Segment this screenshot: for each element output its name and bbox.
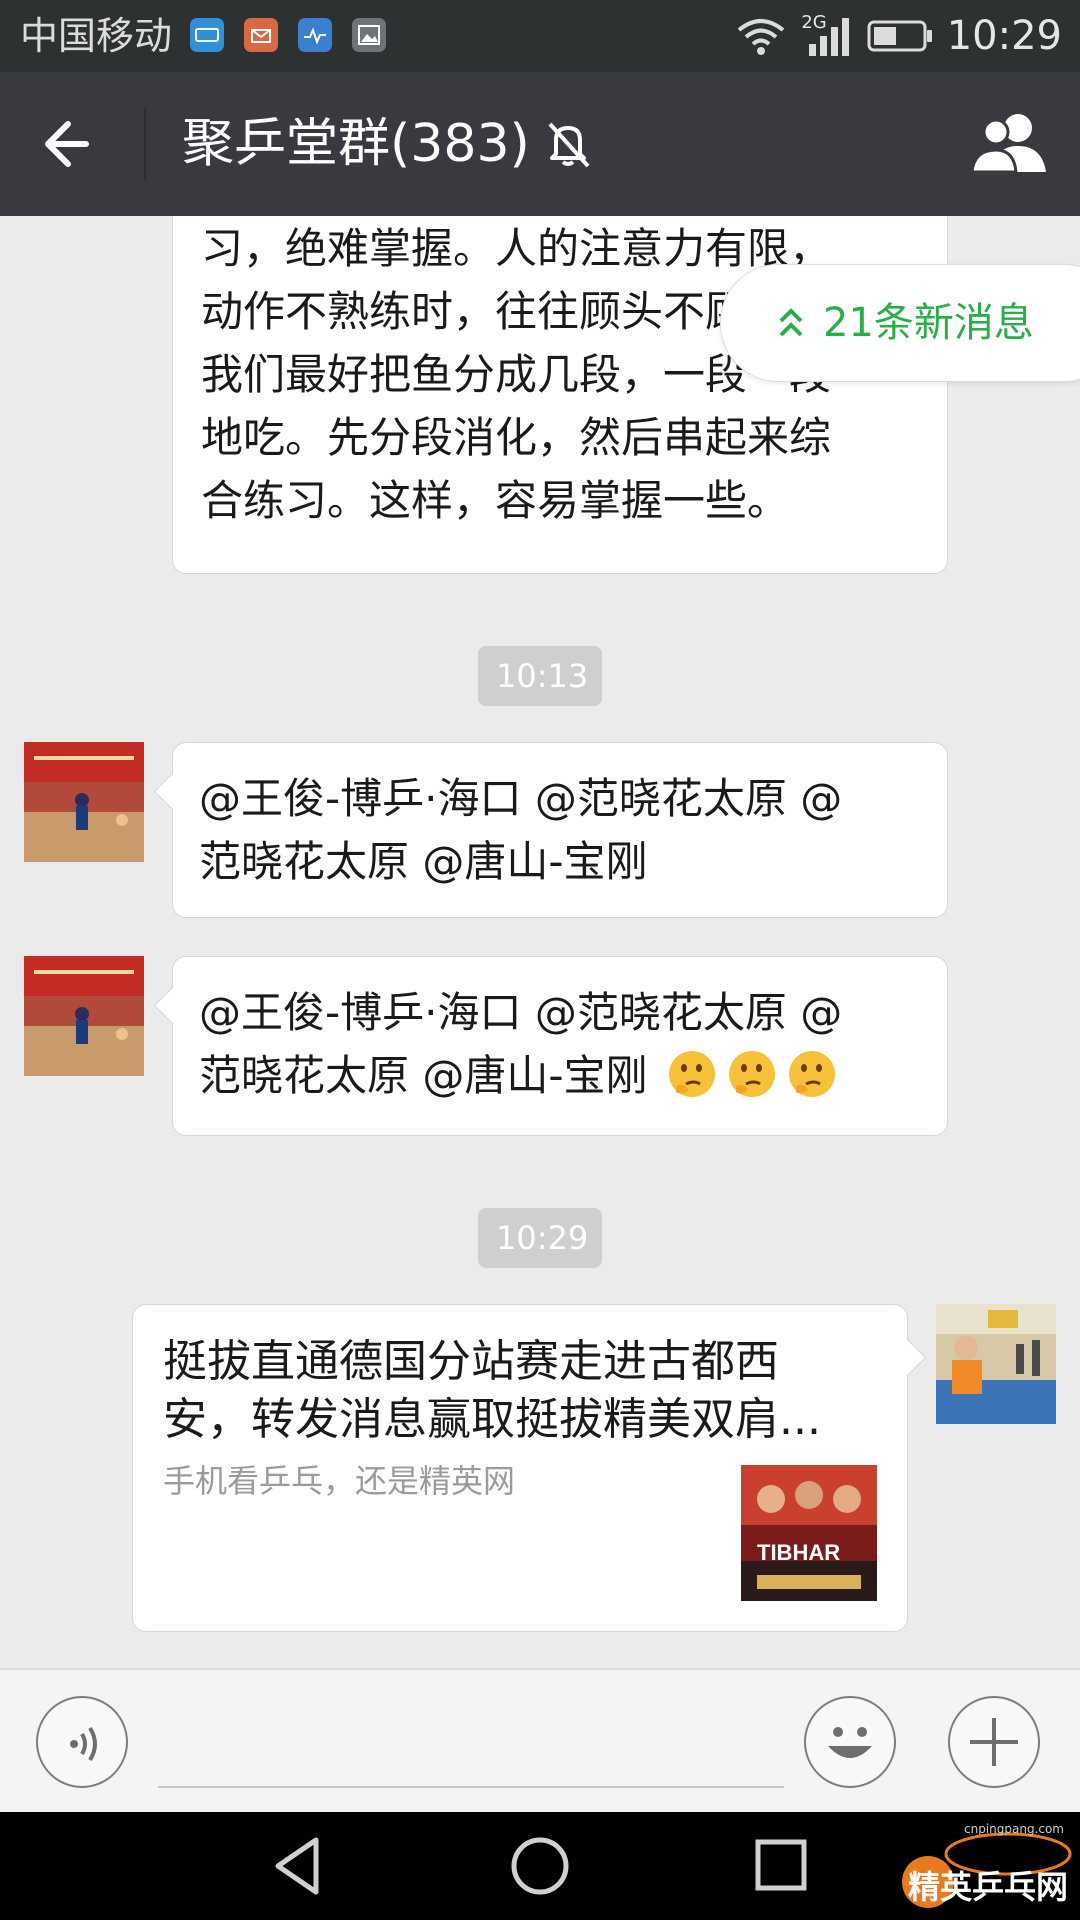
status-time: 10:29	[946, 13, 1062, 59]
link-thumbnail: TIBHAR	[741, 1465, 877, 1601]
input-bar	[0, 1668, 1080, 1812]
back-arrow-icon	[45, 121, 89, 167]
message-line: 合练习。这样，容易掌握一些。	[201, 476, 790, 525]
message-text: @王俊-博乒·海口 @范晓花太原 @ 范晓花太原 @唐山-宝刚	[199, 981, 842, 1107]
message-list[interactable]: 习，绝难掌握。人的注意力有限， 动作不熟练时，往往顾头不顾尾， 我们最好把鱼分成…	[0, 216, 1080, 1668]
page-title: 聚乒堂群(383)	[182, 114, 530, 174]
nav-home-button[interactable]	[500, 1830, 580, 1902]
message-line: 范晓花太原 @唐山-宝刚	[199, 1044, 842, 1107]
watermark-brand: 精英乒乓网	[908, 1868, 1069, 1906]
timestamp-label: 10:13	[478, 646, 602, 706]
app-notification-icon	[190, 18, 224, 52]
status-bar: 中国移动 2G 10:29	[0, 0, 1080, 72]
message-line: 习，绝难掌握。人的注意力有限，	[201, 224, 832, 273]
header-divider	[144, 108, 146, 180]
bell-off-icon	[548, 122, 590, 168]
mail-notification-icon	[244, 18, 278, 52]
link-description: 手机看乒乓，还是精英网	[163, 1462, 516, 1500]
avatar[interactable]	[936, 1304, 1056, 1424]
plus-icon	[970, 1718, 1018, 1766]
thinking-face-icon	[728, 1051, 775, 1097]
thinking-face-icon	[668, 1051, 715, 1097]
voice-icon	[70, 1726, 97, 1762]
new-messages-button[interactable]: 21条新消息	[720, 264, 1080, 382]
chat-header: 聚乒堂群(383)	[0, 72, 1080, 216]
voice-button[interactable]	[36, 1696, 128, 1788]
link-title: 挺拔直通德国分站赛走进古都西安，转发消息赢取挺拔精美双肩...	[163, 1336, 821, 1445]
timestamp-label: 10:29	[478, 1208, 602, 1268]
gallery-notification-icon	[352, 18, 386, 52]
carrier-name: 中国移动	[20, 14, 173, 58]
message-line: 范晓花太原 @唐山-宝刚	[199, 837, 648, 886]
group-members-icon	[970, 114, 1046, 174]
message-line-text: 范晓花太原 @唐山-宝刚	[199, 1051, 648, 1100]
message-text: @王俊-博乒·海口 @范晓花太原 @ 范晓花太原 @唐山-宝刚	[199, 767, 842, 893]
back-button[interactable]	[34, 108, 114, 180]
message-text: 习，绝难掌握。人的注意力有限， 动作不熟练时，往往顾头不顾尾， 我们最好把鱼分成…	[201, 217, 831, 532]
message-line: 地吃。先分段消化，然后串起来综	[201, 413, 832, 462]
message-bubble[interactable]: @王俊-博乒·海口 @范晓花太原 @ 范晓花太原 @唐山-宝刚	[172, 956, 948, 1136]
thinking-face-icon	[788, 1051, 835, 1097]
watermark-url: cnpingpang.com	[963, 1822, 1064, 1836]
message-line: @王俊-博乒·海口 @范晓花太原 @	[199, 774, 843, 823]
triangle-back-icon	[275, 1837, 319, 1895]
wifi-icon	[738, 19, 785, 55]
health-notification-icon	[298, 18, 332, 52]
double-chevron-up-icon	[779, 308, 803, 337]
emoji-button[interactable]	[804, 1696, 896, 1788]
link-card[interactable]: 挺拔直通德国分站赛走进古都西安，转发消息赢取挺拔精美双肩... 手机看乒乓，还是…	[132, 1304, 908, 1632]
system-nav-bar: cnpingpang.com 精英乒乓网	[0, 1812, 1080, 1920]
more-button[interactable]	[948, 1696, 1040, 1788]
thumbnail-brand: TIBHAR	[757, 1540, 841, 1565]
group-members-button[interactable]	[968, 108, 1054, 180]
status-right: 2G 10:29	[735, 10, 1062, 62]
new-messages-label: 21条新消息	[823, 300, 1034, 346]
message-bubble[interactable]: @王俊-博乒·海口 @范晓花太原 @ 范晓花太原 @唐山-宝刚	[172, 742, 948, 918]
avatar[interactable]	[24, 742, 144, 862]
circle-home-icon	[511, 1837, 569, 1895]
signal-icon	[808, 18, 849, 56]
battery-icon	[867, 20, 932, 52]
message-line: @王俊-博乒·海口 @范晓花太原 @	[199, 988, 843, 1037]
site-watermark: cnpingpang.com 精英乒乓网	[898, 1820, 1074, 1916]
square-recents-icon	[755, 1839, 807, 1891]
avatar[interactable]	[24, 956, 144, 1076]
nav-back-button[interactable]	[260, 1830, 340, 1902]
nav-recents-button[interactable]	[740, 1830, 820, 1902]
message-input[interactable]	[158, 1700, 784, 1788]
smiley-icon	[828, 1727, 872, 1758]
